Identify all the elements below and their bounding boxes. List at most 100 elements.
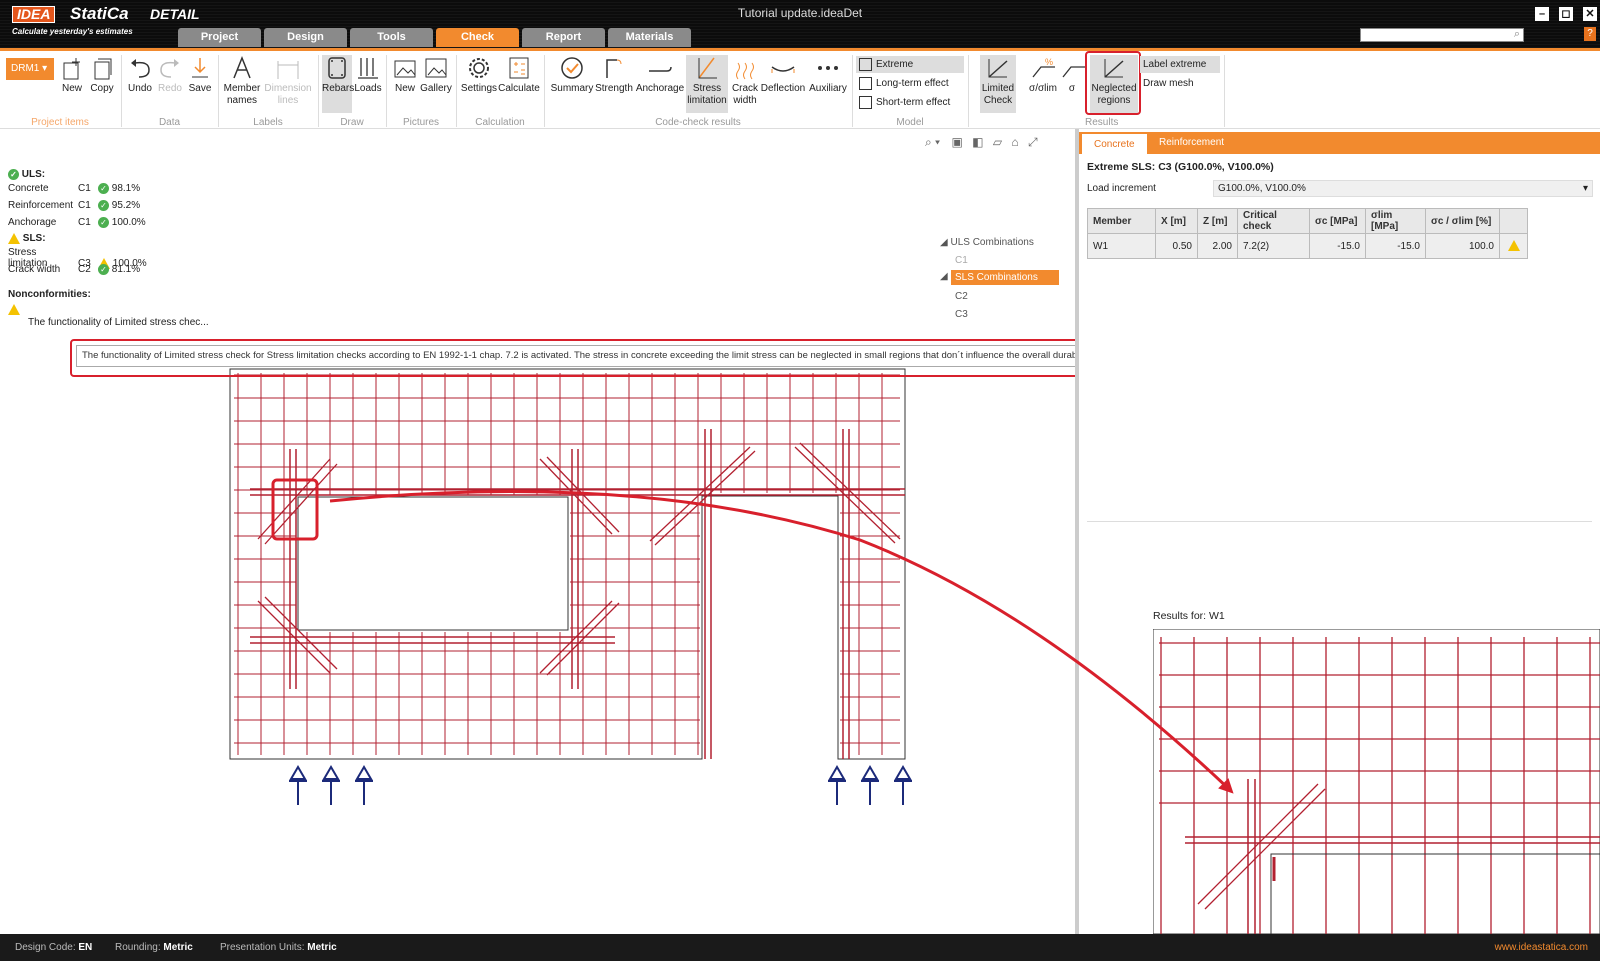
load-increment-label: Load increment bbox=[1087, 183, 1156, 194]
help-icon[interactable]: ? bbox=[1584, 27, 1596, 41]
anchorage-button[interactable]: Anchorage bbox=[635, 55, 685, 95]
limited-check-icon bbox=[988, 59, 1008, 78]
short-term-label: Short-term effect bbox=[876, 97, 951, 108]
summary-button[interactable]: Summary bbox=[550, 55, 594, 95]
maximize-button[interactable]: ◻ bbox=[1559, 7, 1573, 21]
tab-project[interactable]: Project bbox=[178, 28, 261, 47]
stress-limitation-icon bbox=[698, 57, 717, 79]
sigma-lim-button[interactable]: % σ/σlim bbox=[1026, 55, 1060, 95]
calculate-label: Calculate bbox=[498, 83, 540, 94]
stress-limitation-label-2: limitation bbox=[687, 95, 727, 106]
load-increment-select[interactable]: G100.0%, V100.0% ▾ bbox=[1213, 180, 1593, 197]
detail-drawing[interactable] bbox=[1153, 629, 1600, 934]
strength-label: Strength bbox=[595, 83, 633, 94]
tab-report[interactable]: Report bbox=[522, 28, 605, 47]
redo-icon bbox=[160, 59, 179, 78]
gallery-button[interactable]: Gallery bbox=[420, 55, 452, 95]
strength-button[interactable]: Strength bbox=[594, 55, 634, 95]
close-button[interactable]: ✕ bbox=[1583, 7, 1597, 21]
tab-design[interactable]: Design bbox=[264, 28, 347, 47]
group-code-check: Code-check results bbox=[655, 117, 741, 128]
status-bar: Design Code: EN Rounding: Metric Present… bbox=[0, 934, 1600, 961]
extreme-button[interactable]: Extreme bbox=[856, 56, 964, 73]
long-term-effect-button[interactable]: Long-term effect bbox=[856, 75, 964, 92]
units-value: Metric bbox=[307, 942, 337, 953]
undo-icon bbox=[131, 59, 150, 78]
label-extreme-button[interactable]: Label extreme bbox=[1140, 56, 1220, 73]
deflection-label: Deflection bbox=[760, 83, 806, 94]
calculate-button[interactable]: Calculate bbox=[498, 55, 540, 95]
col-ratio[interactable]: σc / σlim [%] bbox=[1425, 208, 1500, 234]
member-names-label-1: Member bbox=[223, 83, 261, 94]
col-x[interactable]: X [m] bbox=[1155, 208, 1198, 234]
support-arrow bbox=[861, 765, 879, 805]
draw-mesh-button[interactable]: Draw mesh bbox=[1140, 75, 1220, 92]
cell-ratio: 100.0 bbox=[1425, 233, 1500, 259]
redo-button[interactable]: Redo bbox=[156, 55, 184, 95]
col-sigma-c[interactable]: σc [MPa] bbox=[1309, 208, 1366, 234]
crack-width-button[interactable]: Crack width bbox=[730, 55, 760, 107]
member-selector[interactable]: DRM1 ▾ bbox=[6, 58, 54, 80]
cell-z: 2.00 bbox=[1197, 233, 1238, 259]
highlight-tooltip bbox=[70, 339, 1230, 377]
rebar-line bbox=[1204, 788, 1326, 910]
tab-materials[interactable]: Materials bbox=[608, 28, 691, 47]
website-link[interactable]: www.ideastatica.com bbox=[1495, 934, 1588, 961]
deflection-button[interactable]: Deflection bbox=[760, 55, 806, 95]
picture-new-button[interactable]: New bbox=[391, 55, 419, 95]
strength-icon bbox=[606, 59, 622, 78]
save-label: Save bbox=[188, 83, 212, 94]
col-member[interactable]: Member bbox=[1087, 208, 1156, 234]
dimension-lines-button[interactable]: Dimension lines bbox=[264, 55, 312, 107]
copy-button[interactable]: Copy bbox=[88, 55, 116, 95]
loads-button[interactable]: Loads bbox=[354, 55, 382, 95]
more-icon bbox=[818, 66, 838, 70]
stress-limitation-button[interactable]: Stress limitation bbox=[686, 55, 728, 113]
group-draw: Draw bbox=[340, 117, 364, 128]
rebars-button[interactable]: Rebars bbox=[322, 55, 354, 113]
limited-check-button[interactable]: Limited Check bbox=[980, 55, 1016, 113]
minimize-button[interactable]: – bbox=[1535, 7, 1549, 21]
rounding-status: Rounding: Metric bbox=[115, 934, 193, 961]
copy-icon bbox=[94, 58, 112, 80]
settings-button[interactable]: Settings bbox=[460, 55, 498, 95]
crack-width-label-1: Crack bbox=[731, 83, 759, 94]
member-names-button[interactable]: Member names bbox=[222, 55, 262, 107]
results-pane: Concrete Reinforcement Extreme SLS: C3 (… bbox=[1079, 129, 1600, 934]
window-title: Tutorial update.ideaDet bbox=[737, 6, 863, 20]
drawing-pane: ⌕ ▾ ▣ ◧ ▱ ⌂ ⤢ ✓ ULS: Concrete C1 ✓ 98.1% R… bbox=[0, 129, 1075, 934]
sigma-lim-label: σ/σlim bbox=[1029, 83, 1057, 94]
auxiliary-button[interactable]: Auxiliary bbox=[808, 55, 848, 95]
letter-a-icon bbox=[233, 55, 251, 79]
short-term-effect-button[interactable]: Short-term effect bbox=[856, 94, 964, 111]
design-code-label: Design Code: bbox=[15, 942, 76, 953]
svg-text:%: % bbox=[1045, 57, 1053, 67]
sigma-button[interactable]: σ bbox=[1060, 55, 1085, 95]
picture-icon bbox=[394, 60, 416, 78]
cell-x: 0.50 bbox=[1155, 233, 1198, 259]
results-for-label: Results for: W1 bbox=[1153, 610, 1225, 622]
tab-concrete[interactable]: Concrete bbox=[1082, 132, 1147, 154]
group-pictures: Pictures bbox=[402, 117, 440, 128]
tab-check[interactable]: Check bbox=[436, 28, 519, 47]
dimension-lines-label-2: lines bbox=[277, 95, 299, 106]
wall-drawing[interactable] bbox=[0, 129, 1075, 934]
design-code-status: Design Code: EN bbox=[15, 934, 92, 961]
rounding-label: Rounding: bbox=[115, 942, 161, 953]
rebar-line bbox=[1197, 783, 1319, 905]
save-button[interactable]: Save bbox=[186, 55, 214, 95]
table-row[interactable]: W1 0.50 2.00 7.2(2) -15.0 -15.0 100.0 bbox=[1087, 233, 1528, 259]
tab-tools[interactable]: Tools bbox=[350, 28, 433, 47]
col-z[interactable]: Z [m] bbox=[1197, 208, 1238, 234]
new-button[interactable]: New bbox=[58, 55, 86, 95]
highlight-neglected-regions bbox=[1085, 51, 1141, 115]
col-critical-check[interactable]: Critical check bbox=[1237, 208, 1310, 234]
tab-reinforcement[interactable]: Reinforcement bbox=[1147, 132, 1236, 154]
col-sigma-lim[interactable]: σlim [MPa] bbox=[1365, 208, 1426, 234]
chevron-down-icon: ▾ bbox=[1582, 183, 1588, 194]
support-arrow bbox=[894, 765, 912, 805]
undo-button[interactable]: Undo bbox=[126, 55, 154, 95]
search-input[interactable]: ⌕ bbox=[1360, 28, 1524, 42]
col-status bbox=[1499, 208, 1528, 234]
support-arrow bbox=[828, 765, 846, 805]
